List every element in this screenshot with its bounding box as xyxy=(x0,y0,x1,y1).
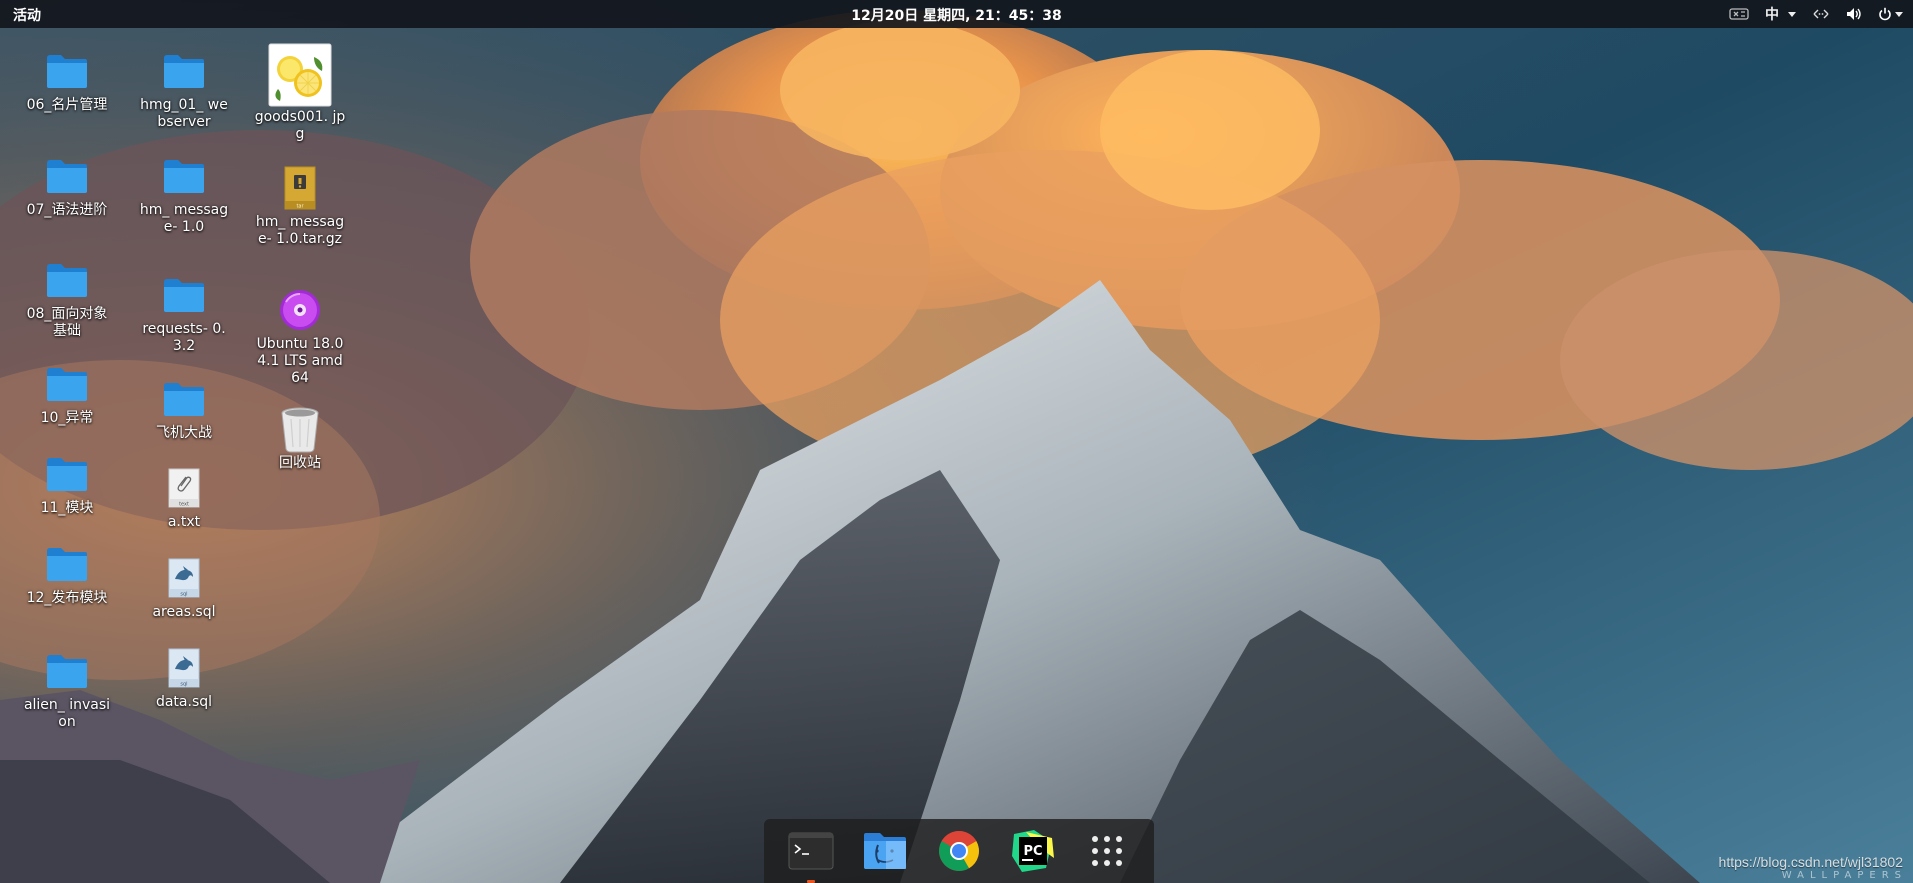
icon-label: 07_语法进阶 xyxy=(26,202,108,218)
desktop-folder-hm-message[interactable]: hm_ message- 1.0 xyxy=(136,152,232,236)
optical-disc-icon xyxy=(276,286,324,334)
icon-label: a.txt xyxy=(167,514,201,530)
desktop-folder-07[interactable]: 07_语法进阶 xyxy=(19,152,115,219)
network-wired-icon[interactable] xyxy=(1812,7,1830,21)
pycharm-badge-text: PC xyxy=(1023,844,1042,859)
image-thumbnail-icon xyxy=(268,43,332,107)
desktop-folder-12[interactable]: 12_发布模块 xyxy=(19,540,115,607)
activities-button[interactable]: 活动 xyxy=(13,5,41,25)
dock-show-applications[interactable] xyxy=(1081,825,1133,877)
dock: PC xyxy=(764,819,1154,883)
folder-icon xyxy=(43,540,91,588)
desktop-folder-alien-invasion[interactable]: alien_ invasion xyxy=(19,647,115,731)
file-type-badge: text xyxy=(179,502,189,508)
icon-label: 10_异常 xyxy=(40,410,94,426)
folder-icon xyxy=(43,647,91,695)
desktop-folder-10[interactable]: 10_异常 xyxy=(19,360,115,427)
folder-icon xyxy=(43,360,91,408)
folder-icon xyxy=(160,152,208,200)
input-method-label: 中 xyxy=(1765,7,1779,23)
terminal-icon xyxy=(788,832,834,870)
app-grid-icon xyxy=(1092,836,1122,866)
icon-label: hm_ message- 1.0 xyxy=(139,202,229,235)
desktop-folder-plane-war[interactable]: 飞机大战 xyxy=(136,375,232,442)
icon-label: 12_发布模块 xyxy=(26,590,108,606)
icon-label: goods001. jpg xyxy=(254,109,346,142)
folder-icon xyxy=(160,375,208,423)
folder-icon xyxy=(43,152,91,200)
folder-icon xyxy=(160,47,208,95)
desktop-file-a-txt[interactable]: text a.txt xyxy=(136,464,232,531)
chevron-down-icon xyxy=(1788,11,1796,17)
folder-icon xyxy=(43,47,91,95)
desktop-folder-11[interactable]: 11_模块 xyxy=(19,450,115,517)
desktop-file-goods001-jpg[interactable]: goods001. jpg xyxy=(252,43,348,143)
icon-label: 11_模块 xyxy=(40,500,94,516)
wallpaper-brand: WALLPAPERS xyxy=(1781,870,1907,881)
file-type-badge: tar xyxy=(296,204,304,210)
sql-file-icon: sql xyxy=(160,554,208,602)
archive-file-icon: tar xyxy=(276,164,324,212)
chevron-down-icon xyxy=(1895,11,1903,17)
icon-label: 08_面向对象基础 xyxy=(26,306,108,339)
icon-label: hm_ message- 1.0.tar.gz xyxy=(255,214,345,247)
desktop-folder-08[interactable]: 08_面向对象基础 xyxy=(19,256,115,340)
icon-label: requests- 0.3.2 xyxy=(142,321,226,354)
folder-icon xyxy=(43,450,91,498)
icon-label: 飞机大战 xyxy=(156,425,212,441)
pycharm-icon: PC xyxy=(1012,830,1054,872)
desktop-file-areas-sql[interactable]: sql areas.sql xyxy=(136,554,232,621)
power-icon xyxy=(1879,7,1891,21)
clock-area: 12月20日 星期四, 21：45：38 xyxy=(0,5,1913,25)
dock-pycharm[interactable]: PC xyxy=(1007,825,1059,877)
icon-label: 回收站 xyxy=(279,455,321,471)
desktop-trash[interactable]: 回收站 xyxy=(252,405,348,472)
dock-files[interactable] xyxy=(859,825,911,877)
icon-label: areas.sql xyxy=(152,604,216,620)
keyboard-shortcut-icon[interactable] xyxy=(1729,7,1749,21)
icon-label: alien_ invasion xyxy=(23,697,111,730)
desktop-folder-hmg-webserver[interactable]: hmg_01_ webserver xyxy=(136,47,232,131)
power-menu[interactable] xyxy=(1878,7,1903,21)
system-tray: 中 xyxy=(1729,4,1903,24)
icon-label: hmg_01_ webserver xyxy=(140,97,228,130)
sql-file-icon: sql xyxy=(160,644,208,692)
folder-icon xyxy=(43,256,91,304)
icon-label: data.sql xyxy=(155,694,213,710)
desktop-file-hm-message-tar-gz[interactable]: tar hm_ message- 1.0.tar.gz xyxy=(252,164,348,248)
folder-icon xyxy=(160,271,208,319)
dock-terminal[interactable] xyxy=(785,825,837,883)
desktop-folder-requests[interactable]: requests- 0.3.2 xyxy=(136,271,232,355)
file-type-badge: sql xyxy=(180,592,187,598)
dock-chrome[interactable] xyxy=(933,825,985,877)
desktop-file-data-sql[interactable]: sql data.sql xyxy=(136,644,232,711)
file-type-badge: sql xyxy=(180,682,187,688)
text-file-icon: text xyxy=(160,464,208,512)
top-panel: 活动 12月20日 星期四, 21：45：38 中 xyxy=(0,0,1913,28)
file-manager-icon xyxy=(864,833,906,869)
input-method-menu[interactable]: 中 xyxy=(1765,4,1796,24)
desktop-folder-06[interactable]: 06_名片管理 xyxy=(19,47,115,114)
watermark-url: https://blog.csdn.net/wjl31802 xyxy=(1718,854,1903,870)
trash-icon xyxy=(276,405,324,453)
desktop-disc-ubuntu[interactable]: Ubuntu 18.04.1 LTS amd64 xyxy=(252,286,348,387)
icon-label: Ubuntu 18.04.1 LTS amd64 xyxy=(256,336,344,386)
volume-icon[interactable] xyxy=(1846,7,1862,21)
date-time-menu[interactable]: 12月20日 星期四, 21：45：38 xyxy=(851,8,1061,24)
icon-label: 06_名片管理 xyxy=(26,97,108,113)
chrome-icon xyxy=(939,831,979,871)
